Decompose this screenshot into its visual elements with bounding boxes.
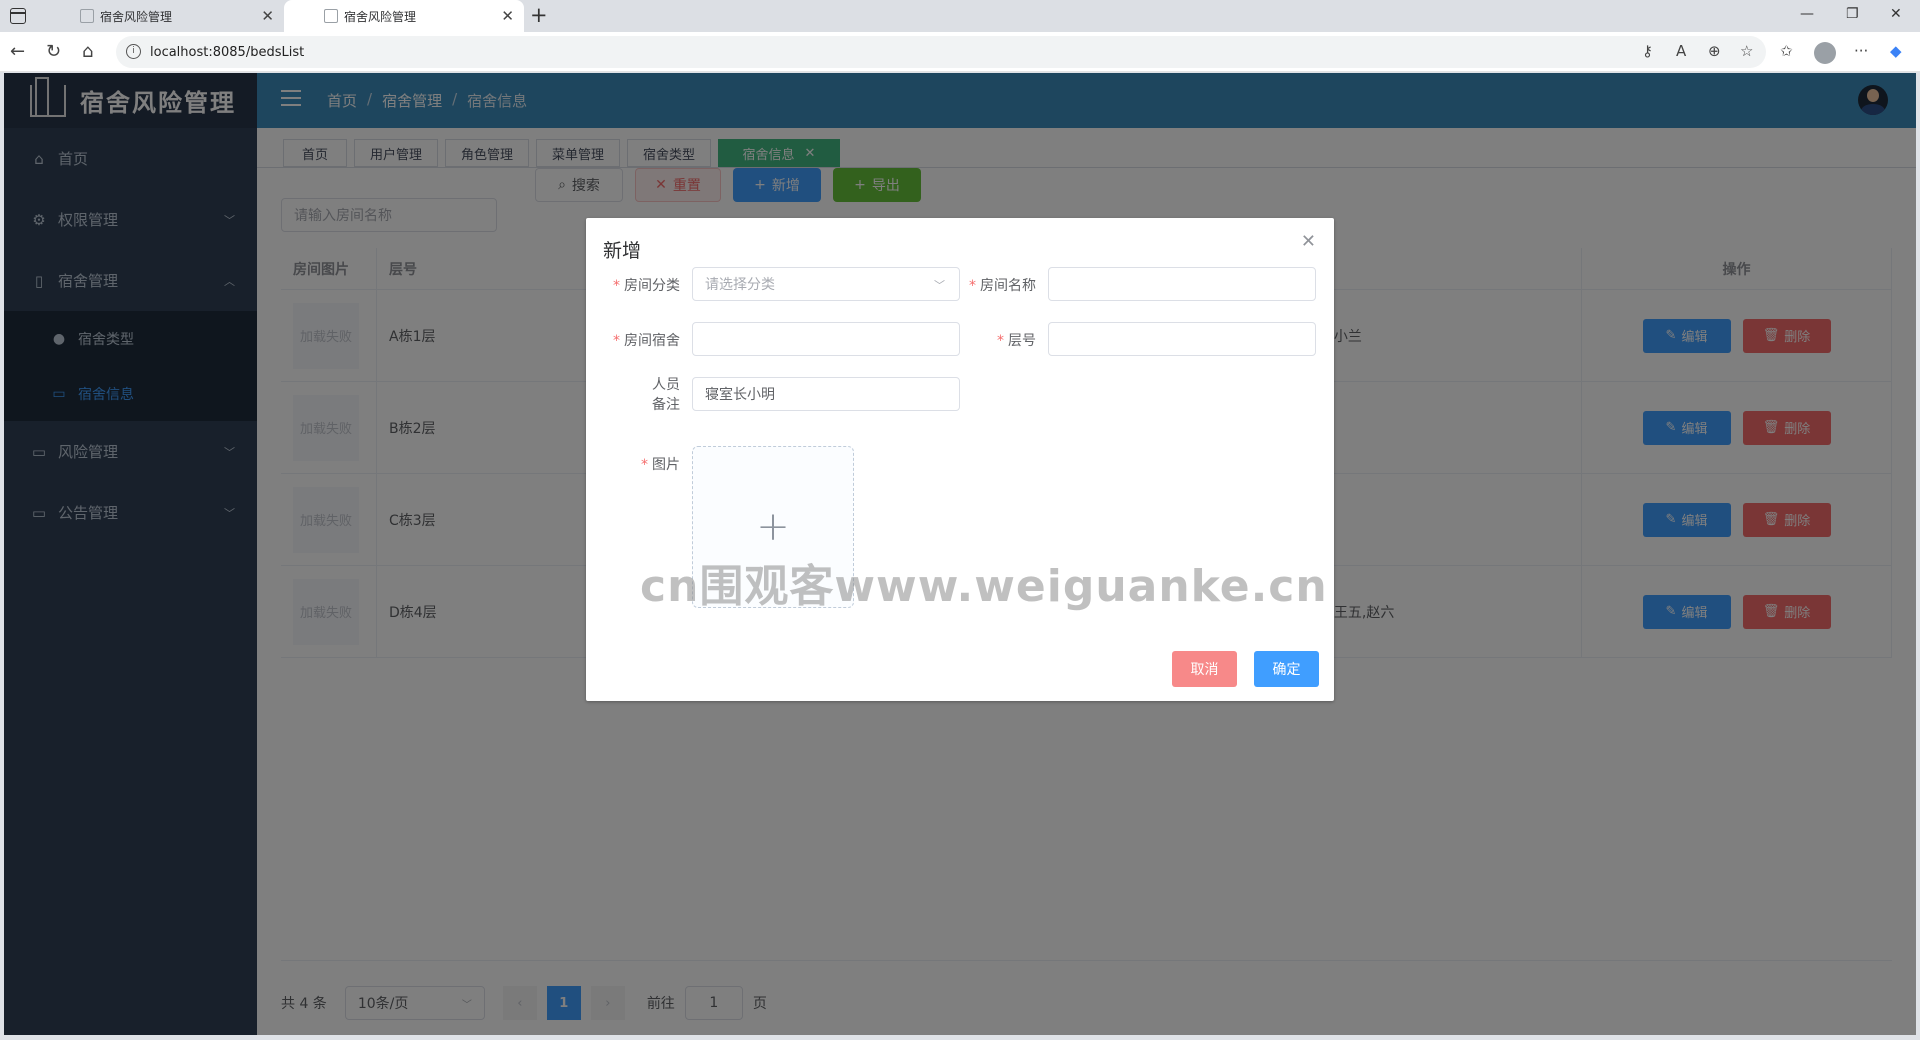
chevron-down-icon: ﹀ — [934, 279, 945, 292]
page-favicon-icon — [324, 9, 338, 23]
browser-tab-2[interactable]: 宿舍风险管理 ✕ — [284, 0, 524, 32]
close-tab-icon[interactable]: ✕ — [501, 7, 514, 25]
floor-label: * 层号 — [997, 333, 1036, 349]
image-label: * 图片 — [641, 457, 680, 473]
profile-avatar[interactable] — [1814, 42, 1836, 64]
zoom-icon[interactable]: ⊕ — [1708, 42, 1721, 60]
browser-toolbar: ← ↻ ⌂ i localhost:8085/bedsList ⚷ A ⊕ ☆ … — [0, 32, 1920, 72]
collections-icon[interactable]: ✩ — [1780, 42, 1793, 60]
room-name-label: * 房间名称 — [969, 278, 1036, 294]
window-menu-icon[interactable] — [10, 8, 26, 24]
read-aloud-icon[interactable]: A — [1676, 42, 1686, 60]
browser-tabbar: 宿舍风险管理 ✕ 宿舍风险管理 ✕ + — ❐ ✕ — [0, 0, 1920, 32]
url-text: localhost:8085/bedsList — [150, 44, 305, 60]
restore-icon[interactable]: ❐ — [1846, 6, 1859, 22]
close-tab-icon[interactable]: ✕ — [261, 7, 274, 25]
page-favicon-icon — [80, 9, 94, 23]
more-icon[interactable]: ··· — [1854, 42, 1868, 60]
minimize-icon[interactable]: — — [1800, 6, 1814, 22]
close-window-icon[interactable]: ✕ — [1890, 6, 1902, 22]
note-value: 寝室长小明 — [705, 387, 775, 403]
category-label: * 房间分类 — [613, 278, 680, 294]
note-input[interactable]: 寝室长小明 — [692, 377, 960, 411]
address-bar[interactable]: i localhost:8085/bedsList — [116, 36, 1766, 68]
reload-icon[interactable]: ↻ — [46, 41, 61, 62]
note-label-line2: 备注 — [652, 397, 680, 413]
watermark: cn围观客www.weiguanke.cn — [640, 561, 1328, 612]
back-icon[interactable]: ← — [10, 41, 25, 62]
dialog-title: 新增 — [603, 240, 642, 262]
note-label-line1: 人员 — [652, 377, 680, 393]
browser-tab-1[interactable]: 宿舍风险管理 ✕ — [40, 0, 284, 32]
confirm-button[interactable]: 确定 — [1254, 651, 1319, 687]
note-label: 人员 备注 — [592, 375, 680, 415]
app-window: 宿舍风险管理 ⌂ 首页 ⚙ 权限管理 ﹀ ▯ 宿舍管理 ︿ ● 宿舍类型 ▭ 宿… — [4, 73, 1916, 1035]
browser-tab-title: 宿舍风险管理 — [100, 9, 173, 24]
site-info-icon[interactable]: i — [126, 44, 141, 59]
cancel-button[interactable]: 取消 — [1172, 651, 1237, 687]
category-select[interactable]: 请选择分类 ﹀ — [692, 267, 960, 301]
plus-icon: + — [756, 504, 790, 550]
room-name-input[interactable] — [1048, 267, 1316, 301]
copilot-icon[interactable]: ◆ — [1890, 42, 1902, 60]
add-dialog: 新增 ✕ * 房间分类 请选择分类 ﹀ * 房间名称 * 房间宿舍 * 层号 人员备注 寝… — [586, 218, 1334, 701]
room-dorm-label-text: 房间宿舍 — [624, 333, 680, 349]
room-dorm-input[interactable] — [692, 322, 960, 356]
floor-label-text: 层号 — [1008, 333, 1036, 349]
room-dorm-label: * 房间宿舍 — [613, 333, 680, 349]
new-tab-icon[interactable]: + — [530, 3, 548, 27]
close-icon[interactable]: ✕ — [1301, 231, 1316, 252]
home-icon[interactable]: ⌂ — [82, 41, 93, 62]
room-name-label-text: 房间名称 — [980, 278, 1036, 294]
favorite-star-icon[interactable]: ☆ — [1740, 42, 1753, 60]
category-label-text: 房间分类 — [624, 278, 680, 294]
browser-tab-title: 宿舍风险管理 — [344, 9, 417, 24]
key-icon[interactable]: ⚷ — [1642, 42, 1653, 60]
image-label-text: 图片 — [652, 457, 680, 473]
floor-input[interactable] — [1048, 322, 1316, 356]
category-placeholder: 请选择分类 — [705, 277, 775, 293]
